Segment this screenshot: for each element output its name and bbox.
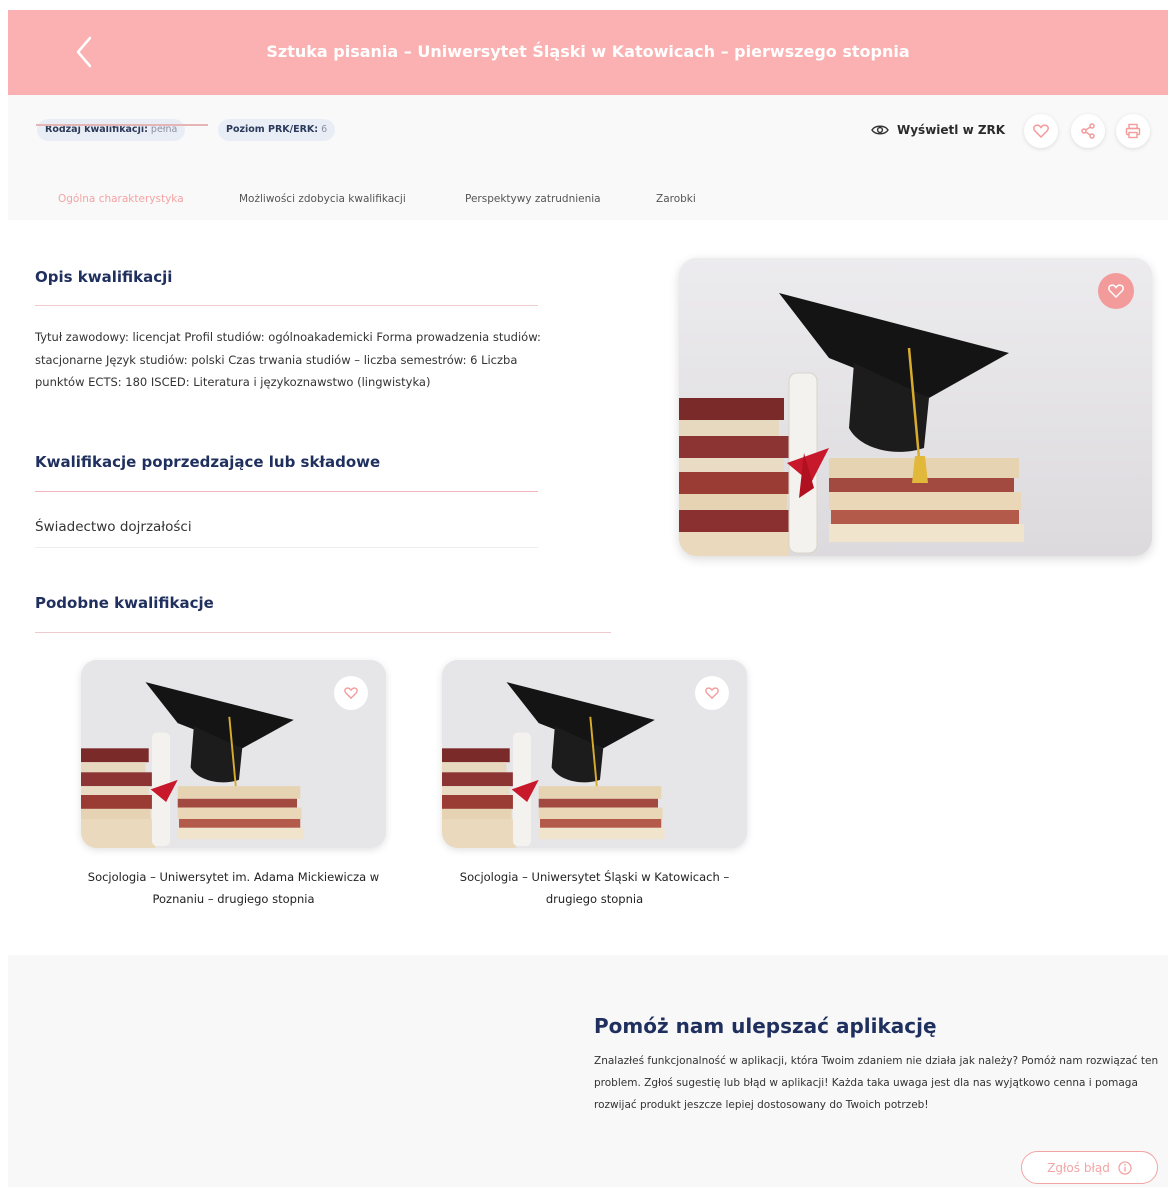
report-bug-button[interactable]: Zgłoś błąd [1021,1151,1158,1184]
print-button[interactable] [1116,114,1150,148]
divider [35,491,538,492]
header-bar: Sztuka pisania – Uniwersytet Śląski w Ka… [8,10,1168,95]
info-icon [1118,1160,1132,1175]
similar-card-title[interactable]: Socjologia – Uniwersytet im. Adama Micki… [81,866,386,910]
qualification-level-value: 6 [321,124,328,135]
active-tab-indicator [36,124,208,126]
tab-obtaining[interactable]: Możliwości zdobycia kwalifikacji [239,193,406,205]
favorite-button[interactable] [1024,114,1058,148]
divider [35,632,611,633]
divider [35,547,538,548]
similar-card[interactable]: Socjologia – Uniwersytet Śląski w Katowi… [442,660,747,910]
qualification-level-label: Poziom PRK/ERK: [226,124,319,135]
report-bug-label: Zgłoś błąd [1047,1160,1110,1175]
heart-icon [1033,124,1049,138]
tab-earnings[interactable]: Zarobki [656,193,696,205]
divider [35,305,538,306]
eye-icon [871,125,889,135]
page-title: Sztuka pisania – Uniwersytet Śląski w Ka… [266,42,910,61]
tab-general[interactable]: Ogólna charakterystyka [58,193,184,205]
similar-card-image[interactable] [442,660,747,848]
similar-card[interactable]: Socjologia – Uniwersytet im. Adama Micki… [81,660,386,910]
similar-card-title[interactable]: Socjologia – Uniwersytet Śląski w Katowi… [442,866,747,910]
description-text: Tytuł zawodowy: licencjat Profil studiów… [35,330,541,389]
qualification-image [679,258,1152,556]
hero-favorite-button[interactable] [1098,273,1134,309]
heart-icon [344,687,358,699]
share-button[interactable] [1071,114,1105,148]
tab-employment[interactable]: Perspektywy zatrudnienia [465,193,601,205]
printer-icon [1125,123,1141,139]
view-in-zrk-link[interactable]: Wyświetl w ZRK [871,119,1005,141]
share-icon [1081,123,1095,139]
similar-heading: Podobne kwalifikacje [35,594,214,612]
qualification-kind-badge: Rodzaj kwalifikacji: pełna [37,119,186,141]
meta-bar: Rodzaj kwalifikacji: pełna Poziom PRK/ER… [8,95,1168,220]
qualification-level-badge: Poziom PRK/ERK: 6 [218,119,336,141]
description-heading: Opis kwalifikacji [35,268,173,286]
card-favorite-button[interactable] [695,676,729,710]
feedback-section: Pomóż nam ulepszać aplikację Znalazłeś f… [8,955,1168,1187]
feedback-heading: Pomóż nam ulepszać aplikację [594,1014,937,1038]
heart-icon [1108,284,1124,298]
prerequisites-heading: Kwalifikacje poprzedzające lub składowe [35,453,381,471]
tab-bar: Ogólna charakterystyka Możliwości zdobyc… [8,193,1168,220]
heart-icon [705,687,719,699]
graduation-cap-books-image [679,258,1152,556]
similar-card-image[interactable] [81,660,386,848]
prerequisite-item: Świadectwo dojrzałości [35,519,192,535]
feedback-text: Znalazłeś funkcjonalność w aplikacji, kt… [594,1055,1159,1111]
card-favorite-button[interactable] [334,676,368,710]
view-in-zrk-label: Wyświetl w ZRK [897,123,1006,137]
